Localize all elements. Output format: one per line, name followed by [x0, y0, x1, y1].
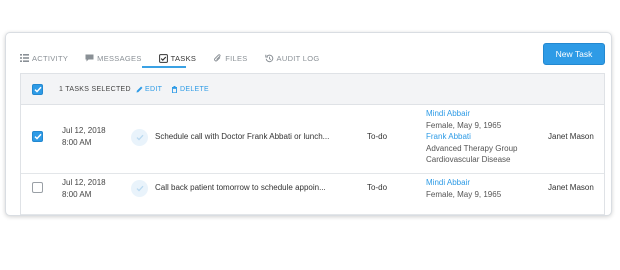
checkbox-icon — [158, 53, 168, 63]
row-checkbox[interactable] — [32, 131, 43, 142]
edit-label: EDIT — [145, 85, 163, 93]
task-owner: Janet Mason — [548, 183, 594, 192]
history-icon — [264, 54, 274, 63]
complete-task-toggle[interactable] — [131, 129, 148, 146]
tasks-table: 1 TASKS SELECTED EDIT DELETE Jul 12, 201… — [20, 73, 605, 215]
task-date: Jul 12, 2018 — [62, 178, 106, 187]
tab-files[interactable]: FILES — [213, 49, 247, 67]
checkmark-icon — [33, 133, 42, 140]
task-date: Jul 12, 2018 — [62, 126, 106, 135]
task-time: 8:00 AM — [62, 190, 92, 199]
task-contacts: Mindi Abbair Female, May 9, 1965 — [426, 177, 501, 200]
table-row[interactable]: Jul 12, 2018 8:00 AM Schedule call with … — [21, 105, 604, 174]
list-icon — [20, 54, 29, 63]
tab-label: MESSAGES — [97, 53, 142, 63]
select-all-checkbox[interactable] — [32, 84, 43, 95]
row-checkbox[interactable] — [32, 182, 43, 193]
delete-label: DELETE — [180, 85, 210, 93]
delete-button[interactable]: DELETE — [171, 85, 210, 93]
table-row[interactable]: Jul 12, 2018 8:00 AM Call back patient t… — [21, 174, 604, 215]
task-title[interactable]: Schedule call with Doctor Frank Abbati o… — [155, 132, 329, 141]
tab-label: FILES — [225, 53, 248, 63]
tab-audit-log[interactable]: AUDIT LOG — [264, 49, 320, 67]
paperclip-icon — [213, 53, 222, 63]
patient-info: Female, May 9, 1965 — [426, 189, 502, 199]
patient-link[interactable]: Mindi Abbair — [426, 108, 517, 120]
doctor-group: Advanced Therapy Group — [426, 143, 518, 153]
complete-task-toggle[interactable] — [131, 180, 148, 197]
task-datetime: Jul 12, 2018 8:00 AM — [62, 125, 106, 149]
tab-label: AUDIT LOG — [276, 53, 320, 63]
task-contacts: Mindi Abbair Female, May 9, 1965 Frank A… — [426, 108, 517, 166]
new-task-button[interactable]: New Task — [543, 43, 605, 65]
tab-bar: ACTIVITY MESSAGES TASKS FILES AUDIT LOG — [20, 49, 337, 67]
doctor-specialty: Cardiovascular Disease — [426, 155, 511, 164]
selection-count: 1 TASKS SELECTED — [59, 85, 131, 93]
pencil-icon — [136, 86, 143, 92]
task-datetime: Jul 12, 2018 8:00 AM — [62, 177, 106, 201]
table-header-toolbar: 1 TASKS SELECTED EDIT DELETE — [21, 74, 604, 105]
checkmark-icon — [33, 86, 42, 93]
check-icon — [136, 185, 143, 192]
check-icon — [136, 134, 143, 141]
task-owner: Janet Mason — [548, 132, 594, 141]
task-status: To-do — [367, 132, 388, 141]
patient-link[interactable]: Mindi Abbair — [426, 177, 501, 189]
edit-button[interactable]: EDIT — [136, 86, 162, 93]
tab-label: ACTIVITY — [32, 53, 69, 63]
task-time: 8:00 AM — [62, 138, 92, 147]
active-tab-indicator — [142, 66, 186, 68]
tab-tasks[interactable]: TASKS — [158, 49, 197, 67]
doctor-link[interactable]: Frank Abbati — [426, 131, 517, 143]
task-title[interactable]: Call back patient tomorrow to schedule a… — [155, 183, 326, 192]
task-status: To-do — [367, 183, 388, 192]
tab-messages[interactable]: MESSAGES — [85, 49, 142, 67]
tab-label: TASKS — [170, 53, 197, 63]
tab-activity[interactable]: ACTIVITY — [20, 49, 68, 67]
message-icon — [85, 54, 94, 63]
task-panel: ACTIVITY MESSAGES TASKS FILES AUDIT LOG — [5, 32, 612, 216]
trash-icon — [172, 85, 177, 93]
patient-info: Female, May 9, 1965 — [426, 120, 502, 130]
